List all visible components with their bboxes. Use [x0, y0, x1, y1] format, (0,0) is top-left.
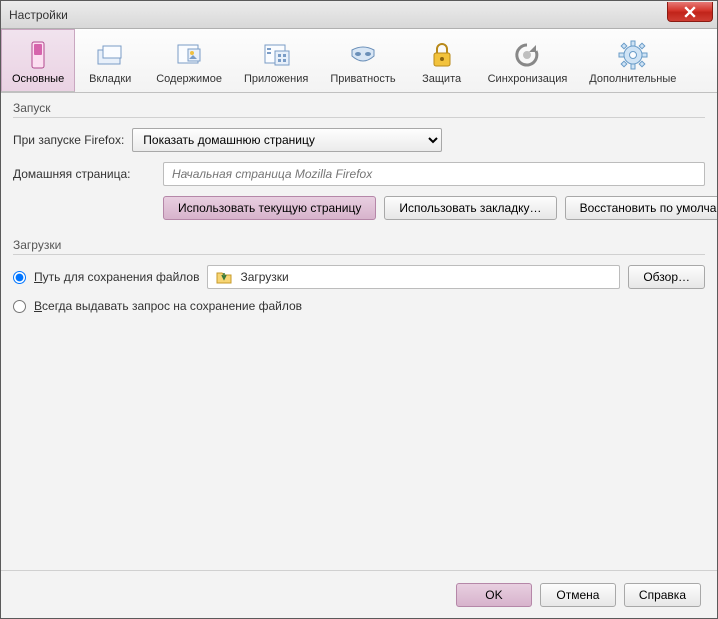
close-icon: [684, 6, 696, 18]
tab-sync[interactable]: Синхронизация: [477, 29, 579, 92]
restore-default-button[interactable]: Восстановить по умолчанию: [565, 196, 717, 220]
downloads-group-label: Загрузки: [13, 238, 705, 252]
divider: [13, 254, 705, 255]
cancel-button[interactable]: Отмена: [540, 583, 616, 607]
titlebar[interactable]: Настройки: [1, 1, 717, 29]
launch-select[interactable]: Показать домашнюю страницу: [132, 128, 442, 152]
use-bookmark-button[interactable]: Использовать закладку…: [384, 196, 556, 220]
ok-button[interactable]: OK: [456, 583, 532, 607]
save-to-row: Путь для сохранения файлов Загрузки Обзо…: [13, 265, 705, 289]
switch-icon: [22, 39, 54, 71]
tab-tabs[interactable]: Вкладки: [75, 29, 145, 92]
startup-group-label: Запуск: [13, 101, 705, 115]
settings-window: Настройки Основные Вкладк: [0, 0, 718, 619]
homepage-label: Домашняя страница:: [13, 167, 155, 181]
folder-icon: [216, 269, 232, 285]
tab-label: Приложения: [244, 73, 308, 85]
lock-icon: [426, 39, 458, 71]
tab-label: Синхронизация: [488, 73, 568, 85]
tab-label: Приватность: [330, 73, 395, 85]
gear-icon: [617, 39, 649, 71]
tab-content[interactable]: Содержимое: [145, 29, 233, 92]
tab-applications[interactable]: Приложения: [233, 29, 319, 92]
always-ask-radio[interactable]: [13, 300, 26, 313]
tab-general[interactable]: Основные: [1, 29, 75, 92]
divider: [13, 117, 705, 118]
help-button[interactable]: Справка: [624, 583, 701, 607]
homepage-row: Домашняя страница:: [13, 162, 705, 186]
download-path-field[interactable]: Загрузки: [207, 265, 620, 289]
mask-icon: [347, 39, 379, 71]
save-to-label: Путь для сохранения файлов: [34, 270, 199, 284]
window-title: Настройки: [9, 8, 68, 22]
content-panel: Запуск При запуске Firefox: Показать дом…: [1, 93, 717, 570]
tab-label: Содержимое: [156, 73, 222, 85]
tab-label: Вкладки: [89, 73, 131, 85]
homepage-input[interactable]: [163, 162, 705, 186]
always-ask-label: Всегда выдавать запрос на сохранение фай…: [34, 299, 302, 313]
tab-label: Защита: [422, 73, 461, 85]
browse-button[interactable]: Обзор…: [628, 265, 705, 289]
apps-icon: [260, 39, 292, 71]
tab-advanced[interactable]: Дополнительные: [578, 29, 687, 92]
always-ask-row: Всегда выдавать запрос на сохранение фай…: [13, 299, 705, 313]
use-current-page-button[interactable]: Использовать текущую страницу: [163, 196, 376, 220]
sync-icon: [511, 39, 543, 71]
tab-label: Основные: [12, 73, 64, 85]
tab-privacy[interactable]: Приватность: [319, 29, 406, 92]
toolbar: Основные Вкладки Содержимое: [1, 29, 717, 93]
save-to-radio[interactable]: [13, 271, 26, 284]
download-path-value: Загрузки: [240, 270, 288, 284]
homepage-buttons: Использовать текущую страницу Использова…: [163, 196, 705, 220]
tab-label: Дополнительные: [589, 73, 676, 85]
launch-label: При запуске Firefox:: [13, 133, 124, 147]
tabs-icon: [94, 39, 126, 71]
footer: OK Отмена Справка: [1, 570, 717, 618]
close-button[interactable]: [667, 2, 713, 22]
startup-launch-row: При запуске Firefox: Показать домашнюю с…: [13, 128, 705, 152]
tab-security[interactable]: Защита: [407, 29, 477, 92]
content-icon: [173, 39, 205, 71]
